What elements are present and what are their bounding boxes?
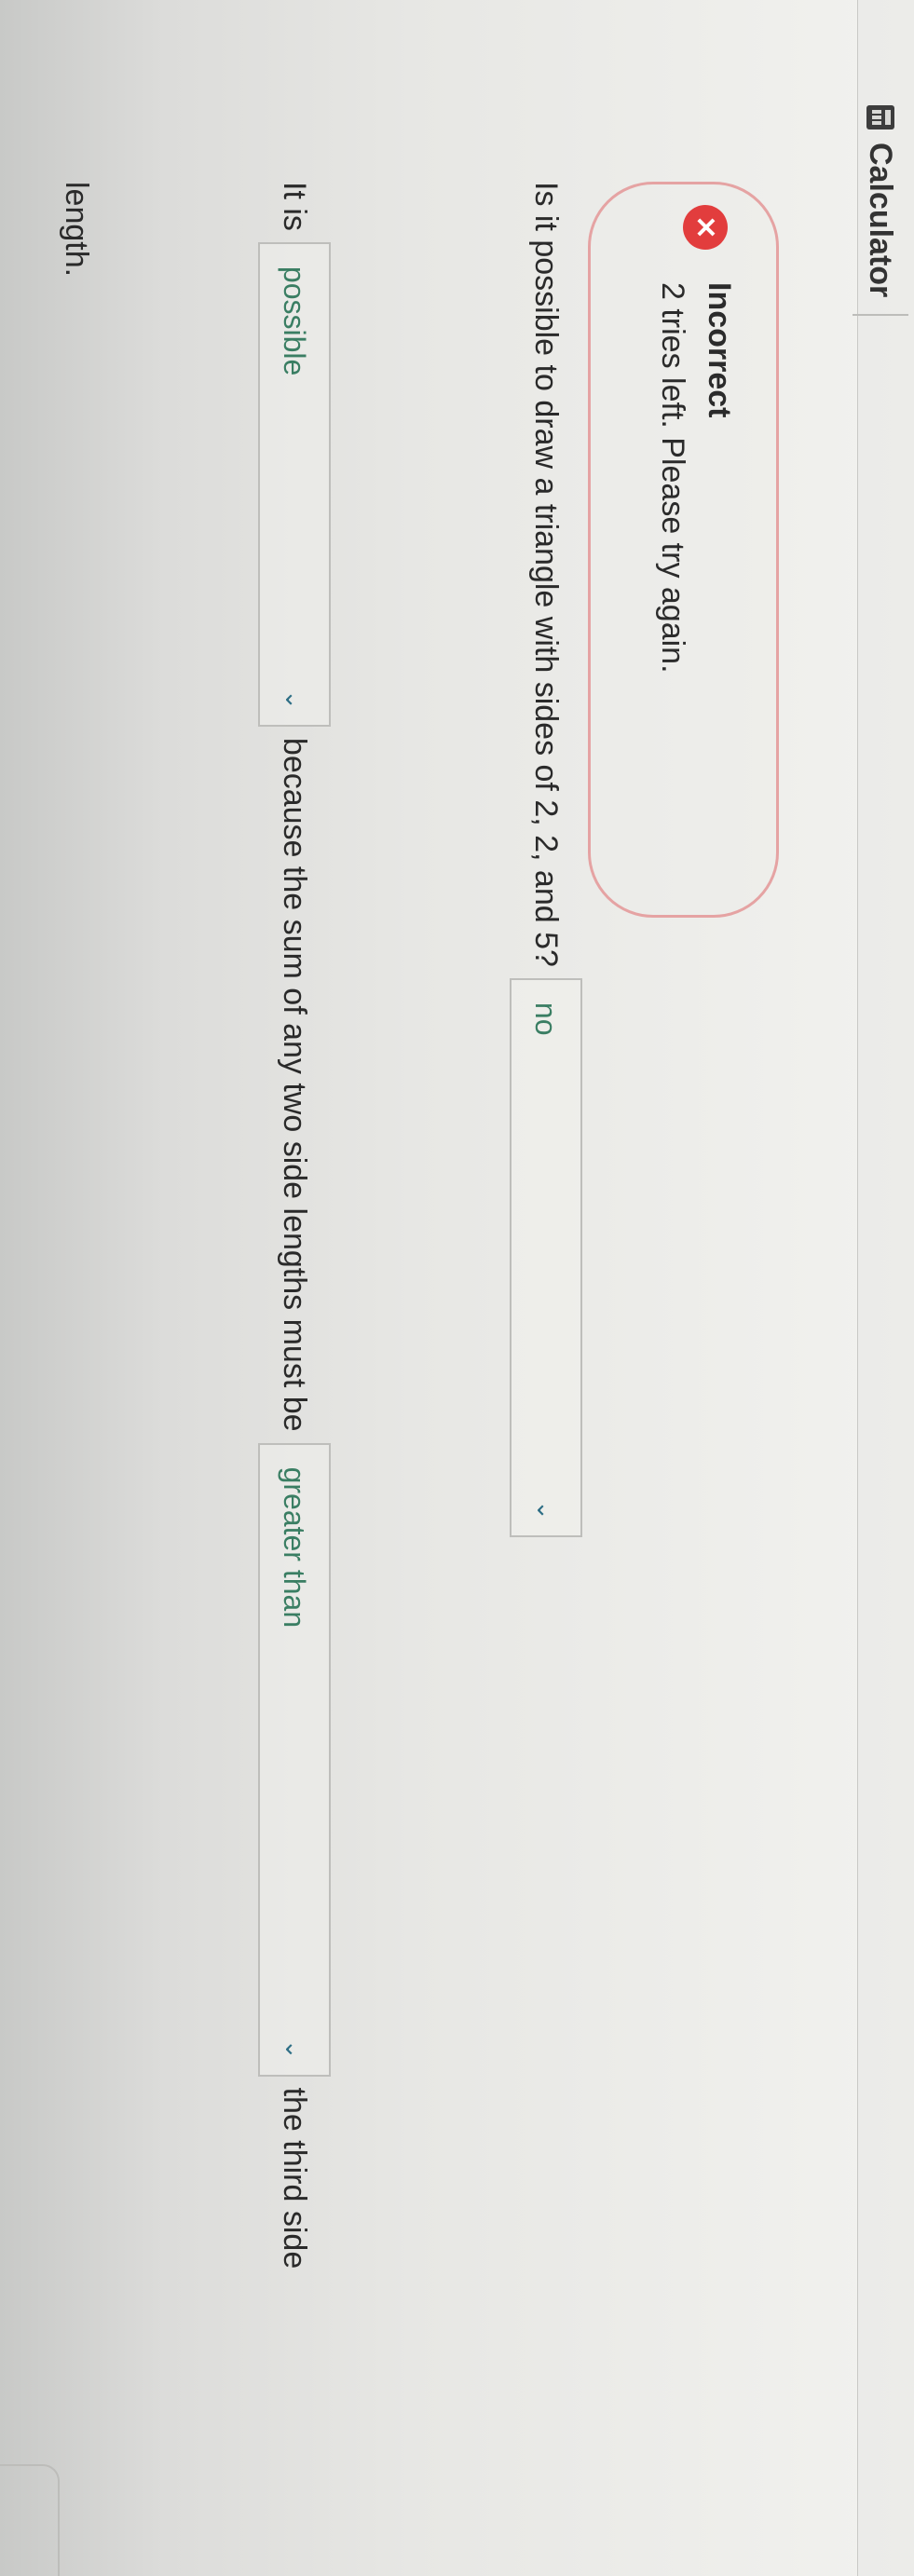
feedback-title: Incorrect (702, 282, 737, 418)
question-row: Is it possible to draw a triangle with s… (504, 182, 588, 2567)
x-icon: ✕ (683, 205, 728, 250)
tools-bar: Calculator (853, 0, 914, 2576)
comparison-dropdown[interactable]: greater than ⌄ (258, 1442, 331, 2077)
calculator-icon (866, 105, 894, 129)
explanation-continuation: length. (59, 182, 94, 278)
comparison-dropdown-value: greater than (278, 1466, 312, 1629)
explanation-row: It is possible ⌄ because the sum of any … (252, 182, 336, 2567)
feedback-banner: ✕ Incorrect 2 tries left. Please try aga… (588, 182, 779, 918)
answer-dropdown[interactable]: no ⌄ (510, 977, 582, 1537)
chevron-down-icon: ⌄ (532, 1500, 561, 1520)
explanation-suffix: the third side (277, 2087, 313, 2269)
corner-frame (0, 2464, 60, 2576)
chevron-down-icon: ⌄ (280, 689, 309, 710)
screen: Calculator ✕ Incorrect 2 tries left. Ple… (0, 0, 914, 2576)
feedback-message: 2 tries left. Please try again. (655, 282, 690, 674)
chevron-down-icon: ⌄ (280, 2038, 309, 2060)
explanation-middle: because the sum of any two side lengths … (277, 737, 313, 1432)
question-prompt: Is it possible to draw a triangle with s… (528, 182, 565, 967)
explanation-prefix: It is (277, 182, 313, 231)
possibility-dropdown-value: possible (278, 266, 312, 376)
answer-dropdown-value: no (529, 1002, 564, 1036)
assignment-page: Calculator ✕ Incorrect 2 tries left. Ple… (0, 0, 914, 2576)
possibility-dropdown[interactable]: possible ⌄ (258, 241, 331, 727)
calculator-button[interactable]: Calculator (853, 98, 908, 317)
calculator-label: Calculator (863, 143, 899, 298)
